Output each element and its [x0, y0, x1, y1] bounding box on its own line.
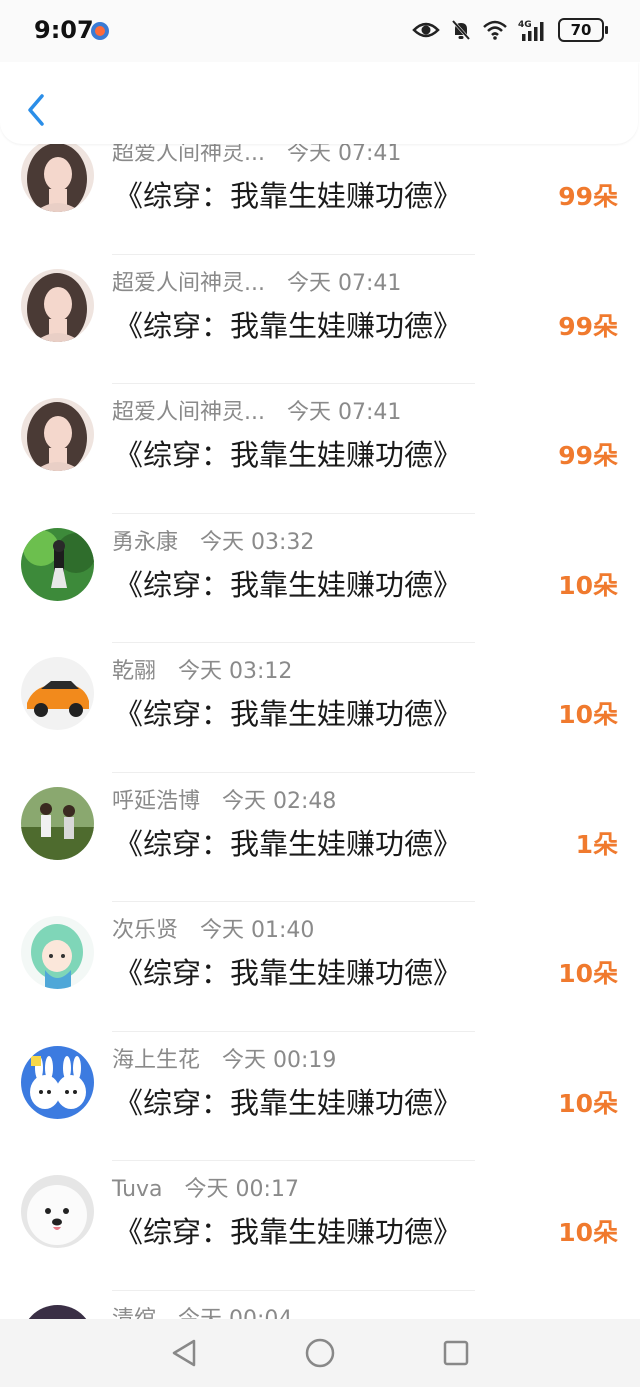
avatar[interactable] — [21, 527, 94, 601]
timestamp: 今天 07:41 — [286, 400, 402, 425]
status-icons: 4G 70 — [412, 18, 608, 42]
triangle-back-icon — [172, 1339, 196, 1367]
user-name[interactable]: 呼延浩博 — [112, 789, 200, 814]
list-item[interactable]: 次乐贤 今天 01:40 《综穿：我靠生娃赚功德》 10朵 — [0, 902, 640, 1032]
timestamp: 今天 00:17 — [184, 1177, 299, 1202]
timestamp: 今天 00:19 — [222, 1047, 337, 1073]
cellular-signal-icon: 4G — [518, 20, 544, 41]
reward-amount: 99朵 — [558, 182, 618, 211]
list-item[interactable]: 超爱人间神灵... 今天 07:41 《综穿：我靠生娃赚功德》 99朵 — [0, 125, 640, 255]
book-title: 《综穿：我靠生娃赚功德》 — [114, 826, 463, 861]
item-meta: Tuva 今天 00:17 — [112, 1171, 299, 1203]
user-name[interactable]: 勇永康 — [112, 530, 178, 555]
timestamp: 今天 03:32 — [200, 529, 315, 555]
book-title: 《综穿：我靠生娃赚功德》 — [114, 1215, 463, 1249]
nav-recents-button[interactable] — [436, 1333, 476, 1373]
item-meta: 海上生花 今天 00:19 — [112, 1042, 336, 1074]
list-item[interactable]: 超爱人间神灵... 今天 07:41 《综穿：我靠生娃赚功德》 99朵 — [0, 384, 640, 514]
item-meta: 呼延浩博 今天 02:48 — [112, 783, 336, 815]
screen: 9:07 4G 70 超爱人间神灵... 今天 07:41 《综穿：我靠生娃赚功… — [0, 0, 640, 1387]
timestamp: 今天 03:12 — [178, 659, 293, 684]
nav-home-button[interactable] — [300, 1333, 340, 1373]
reward-amount: 1朵 — [575, 829, 618, 859]
header-bar — [0, 62, 638, 144]
circle-home-icon — [305, 1338, 335, 1368]
book-title: 《综穿：我靠生娃赚功德》 — [114, 438, 463, 472]
book-title: 《综穿：我靠生娃赚功德》 — [114, 697, 463, 731]
user-name[interactable]: 超爱人间神灵... — [112, 271, 265, 296]
book-title: 《综穿：我靠生娃赚功德》 — [114, 567, 463, 602]
avatar[interactable] — [21, 786, 94, 860]
chevron-left-icon[interactable] — [22, 90, 52, 130]
user-name[interactable]: 次乐贤 — [112, 918, 178, 943]
system-nav-bar — [0, 1319, 640, 1387]
battery-indicator: 70 — [558, 18, 608, 42]
list-item[interactable]: 乾翮 今天 03:12 《综穿：我靠生娃赚功德》 10朵 — [0, 643, 640, 773]
timestamp: 今天 01:40 — [200, 918, 315, 943]
avatar[interactable] — [21, 657, 94, 730]
square-recents-icon — [443, 1340, 469, 1366]
list-item[interactable]: 呼延浩博 今天 02:48 《综穿：我靠生娃赚功德》 1朵 — [0, 773, 640, 902]
timestamp: 今天 07:41 — [286, 141, 402, 166]
status-bar: 9:07 4G 70 — [0, 0, 640, 62]
item-meta: 勇永康 今天 03:32 — [112, 524, 314, 556]
book-title: 《综穿：我靠生娃赚功德》 — [114, 308, 463, 343]
item-meta: 乾翮 今天 03:12 — [112, 653, 292, 685]
reward-amount: 99朵 — [558, 311, 618, 341]
status-time: 9:07 — [34, 16, 94, 44]
timestamp: 今天 07:41 — [286, 270, 402, 296]
avatar[interactable] — [21, 1045, 94, 1119]
notification-badge-icon — [91, 22, 109, 40]
book-title: 《综穿：我靠生娃赚功德》 — [114, 179, 463, 213]
reward-amount: 99朵 — [558, 441, 618, 470]
list-item[interactable]: 海上生花 今天 00:19 《综穿：我靠生娃赚功德》 10朵 — [0, 1032, 640, 1161]
user-name[interactable]: 海上生花 — [112, 1048, 200, 1073]
nav-back-button[interactable] — [164, 1333, 204, 1373]
reward-amount: 10朵 — [558, 1218, 618, 1247]
list-item[interactable]: 超爱人间神灵... 今天 07:41 《综穿：我靠生娃赚功德》 99朵 — [0, 255, 640, 384]
reward-amount: 10朵 — [558, 700, 618, 729]
item-meta: 超爱人间神灵... 今天 07:41 — [112, 265, 401, 297]
mute-bell-icon — [451, 20, 471, 40]
eye-icon — [412, 22, 440, 38]
reward-list: 超爱人间神灵... 今天 07:41 《综穿：我靠生娃赚功德》 99朵 超爱人间神灵..… — [0, 125, 640, 1387]
timestamp: 今天 02:48 — [222, 788, 337, 814]
user-name[interactable]: 超爱人间神灵... — [112, 400, 265, 425]
user-name[interactable]: 乾翮 — [112, 659, 156, 684]
avatar[interactable] — [21, 1175, 94, 1248]
book-title: 《综穿：我靠生娃赚功德》 — [114, 956, 463, 990]
user-name[interactable]: 超爱人间神灵... — [112, 141, 265, 166]
book-title: 《综穿：我靠生娃赚功德》 — [114, 1085, 463, 1120]
reward-amount: 10朵 — [558, 570, 618, 600]
wifi-icon — [483, 20, 507, 40]
item-meta: 次乐贤 今天 01:40 — [112, 912, 314, 944]
item-meta: 超爱人间神灵... 今天 07:41 — [112, 394, 401, 426]
list-item[interactable]: 勇永康 今天 03:32 《综穿：我靠生娃赚功德》 10朵 — [0, 514, 640, 643]
user-name[interactable]: Tuva — [112, 1177, 163, 1202]
avatar[interactable] — [21, 916, 94, 989]
avatar[interactable] — [21, 139, 94, 212]
reward-amount: 10朵 — [558, 959, 618, 988]
avatar[interactable] — [21, 398, 94, 471]
list-item[interactable]: Tuva 今天 00:17 《综穿：我靠生娃赚功德》 10朵 — [0, 1161, 640, 1291]
reward-amount: 10朵 — [558, 1088, 618, 1118]
network-type-label: 4G — [518, 20, 532, 30]
avatar[interactable] — [21, 268, 94, 342]
